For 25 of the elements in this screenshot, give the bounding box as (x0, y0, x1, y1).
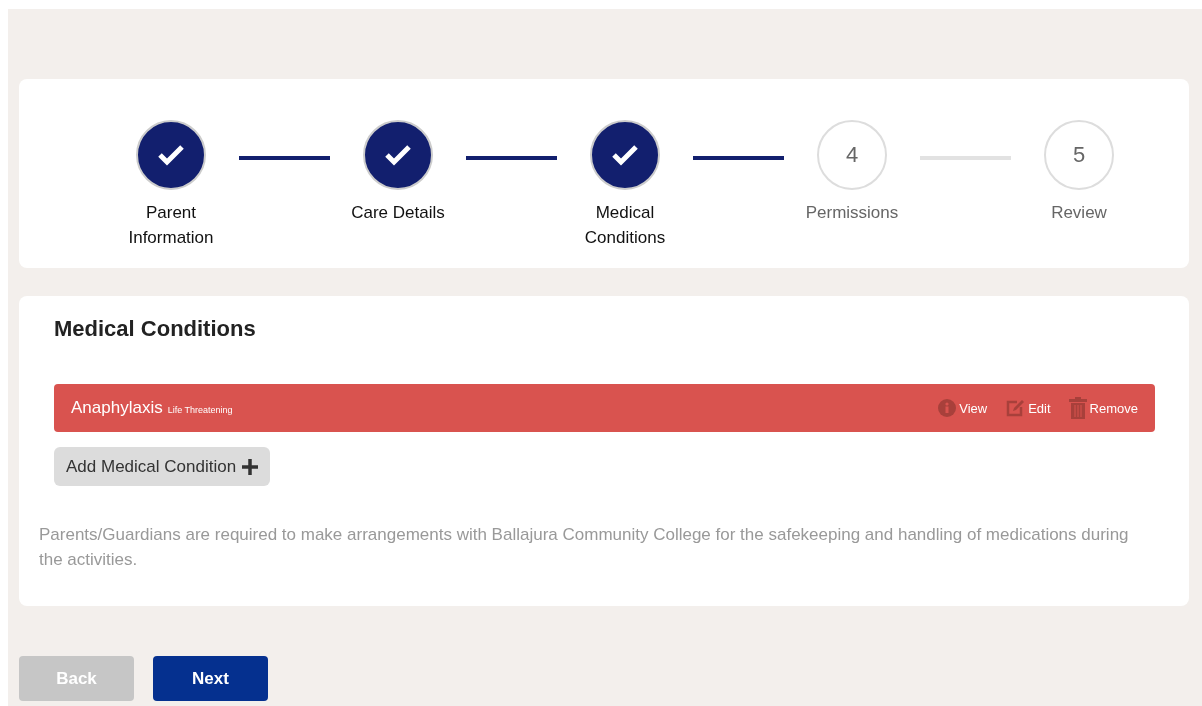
check-icon (384, 144, 412, 166)
remove-link[interactable]: Remove (1068, 397, 1138, 419)
step-circle[interactable]: 4 (817, 120, 887, 190)
check-icon (157, 144, 185, 166)
step-number: 4 (845, 142, 859, 168)
step-circle[interactable]: 5 (1044, 120, 1114, 190)
step-label: Review (1050, 202, 1108, 224)
step-label: Permissions (804, 202, 900, 224)
info-icon (938, 399, 957, 417)
check-icon (611, 144, 639, 166)
step-label: Parent Information (127, 202, 215, 249)
trash-icon (1068, 397, 1087, 419)
next-button[interactable]: Next (153, 656, 268, 701)
view-link[interactable]: View (938, 399, 988, 417)
section-title: Medical Conditions (54, 316, 257, 342)
condition-name: Anaphylaxis (71, 398, 163, 418)
severity-label: Life Threatening (167, 405, 233, 415)
step-label: Care Details (350, 202, 446, 224)
edit-icon (1005, 399, 1026, 417)
add-condition-button[interactable]: Add Medical Condition (54, 447, 271, 486)
edit-link[interactable]: Edit (1005, 399, 1051, 417)
medication-note: Parents/Guardians are required to make arrangements with Ballajura Community College for the safekeeping and handling of medications during the activities. (39, 524, 1130, 571)
step-number: 5 (1072, 142, 1086, 168)
plus-icon (242, 458, 259, 475)
step-label: Medical Conditions (583, 202, 667, 249)
